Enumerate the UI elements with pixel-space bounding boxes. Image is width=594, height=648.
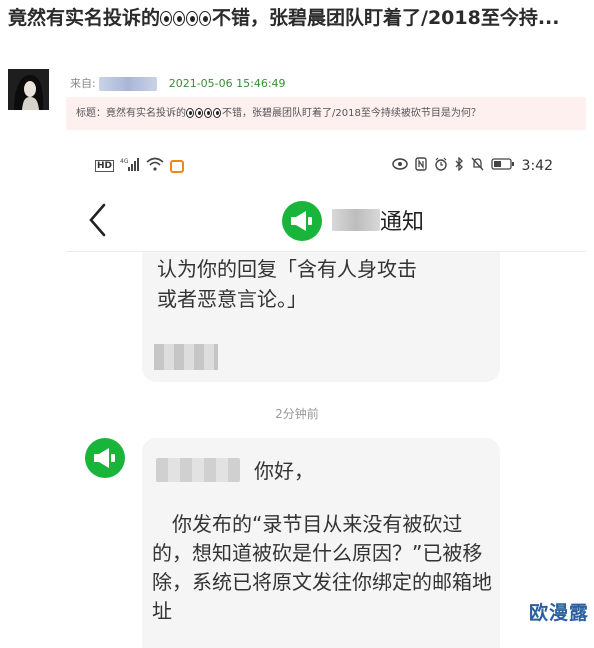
- wifi-icon: [146, 157, 164, 175]
- app-notification-icon: [170, 159, 185, 173]
- back-button[interactable]: [86, 200, 108, 240]
- phone-status-bar: HD 4G 3:42: [95, 156, 565, 177]
- signal-icon: 4G: [120, 157, 140, 175]
- user-avatar[interactable]: [8, 69, 49, 110]
- quoted-title-bar[interactable]: 标题：竟然有实名投诉的 不错，张碧晨团队盯着了/2018至今持续被砍节目是为何？: [66, 97, 586, 130]
- svg-text:4G: 4G: [120, 158, 129, 165]
- eyes-emoji-icon: [186, 8, 212, 33]
- hd-badge: HD: [95, 160, 115, 172]
- mute-icon: [471, 157, 484, 175]
- eyes-emoji-icon: [186, 99, 204, 130]
- account-name-redacted: [332, 209, 380, 231]
- alarm-icon: [434, 157, 448, 175]
- sender-avatar[interactable]: [84, 437, 126, 483]
- notification-title: 通知: [332, 204, 424, 236]
- message-bubble: 认为你的回复「含有人身攻击 或者恶意言论。」: [142, 252, 500, 382]
- watermark: 欧漫露: [528, 602, 589, 624]
- megaphone-icon: [282, 201, 322, 241]
- battery-icon: [490, 158, 515, 174]
- notification-logo: [281, 200, 323, 246]
- megaphone-icon: [85, 438, 125, 478]
- eyes-emoji-icon: [204, 99, 222, 130]
- username-redacted: [156, 457, 240, 482]
- signature-redacted: [154, 344, 218, 370]
- bluetooth-icon: [455, 156, 464, 175]
- nfc-icon: [414, 157, 427, 175]
- clock-time: 3:42: [521, 158, 553, 174]
- eyes-emoji-icon: [160, 8, 186, 33]
- time-divider: 2分钟前: [275, 407, 319, 421]
- eye-icon: [391, 158, 408, 174]
- message-body: 你发布的“录节目从来没有被砍过的，想知道被砍是什么原因？”已被移除，系统已将原文…: [152, 512, 492, 623]
- post-date: 2021-05-06 15:46:49: [168, 77, 286, 90]
- post-title: 竟然有实名投诉的 不错，张碧晨团队盯着了/2018至今持...: [8, 6, 583, 33]
- username-redacted[interactable]: [99, 77, 158, 91]
- message-bubble: 你好， 你发布的“录节目从来没有被砍过的，想知道被砍是什么原因？”已被移除，系统…: [142, 438, 500, 648]
- message-greeting: 你好，: [156, 455, 314, 484]
- post-meta: 来自: 2021-05-06 15:46:49: [70, 75, 286, 91]
- from-label: 来自:: [70, 77, 96, 90]
- message-text: 认为你的回复「含有人身攻击 或者恶意言论。」: [157, 257, 417, 311]
- chevron-left-icon: [89, 203, 106, 237]
